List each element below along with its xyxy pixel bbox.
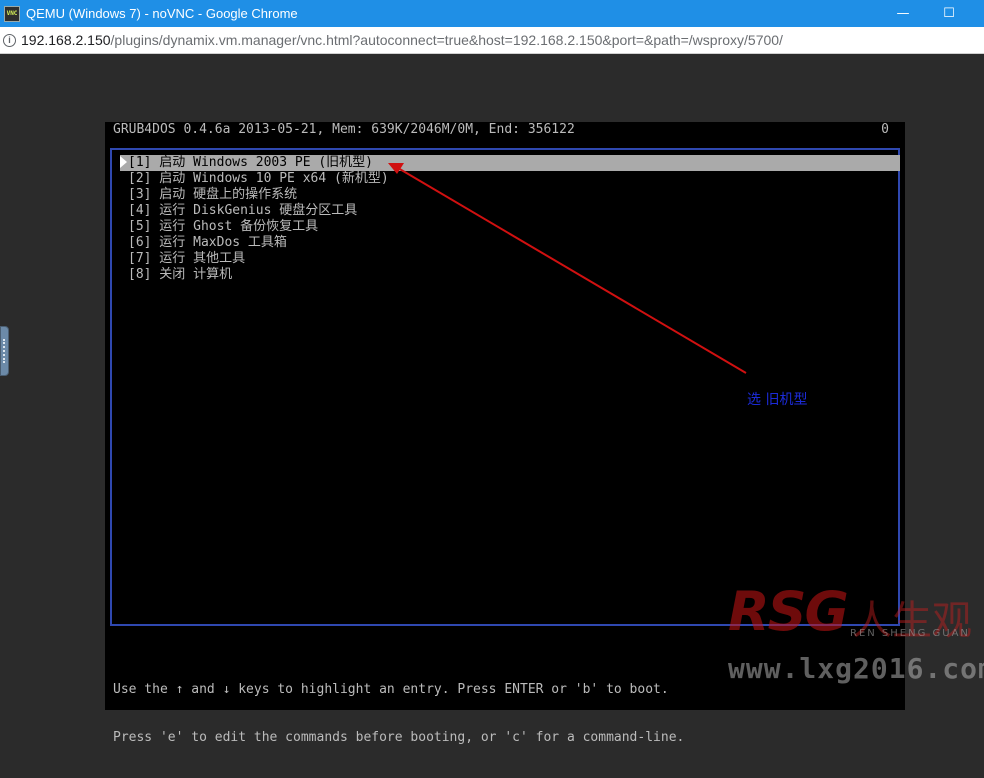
boot-menu-item-label: [3] 启动 硬盘上的操作系统 [128,187,298,202]
boot-menu-item-6[interactable]: [6] 运行 MaxDos 工具箱 [120,235,900,251]
grub-header: GRUB4DOS 0.4.6a 2013-05-21, Mem: 639K/20… [113,122,575,137]
url-host: 192.168.2.150 [21,32,111,48]
novnc-control-bar-handle[interactable] [0,326,9,376]
boot-menu-item-8[interactable]: [8] 关闭 计算机 [120,267,900,283]
site-info-icon[interactable]: i [3,33,16,47]
selection-arrow-icon [120,156,127,168]
boot-menu-item-4[interactable]: [4] 运行 DiskGenius 硬盘分区工具 [120,203,900,219]
vnc-app-icon: VNC [4,5,20,22]
boot-menu-item-label: [1] 启动 Windows 2003 PE (旧机型) [128,155,374,170]
boot-menu-item-2[interactable]: [2] 启动 Windows 10 PE x64 (新机型) [120,171,900,187]
boot-menu-item-1[interactable]: [1] 启动 Windows 2003 PE (旧机型) [120,155,900,171]
boot-menu-item-label: [7] 运行 其他工具 [128,251,246,266]
minimize-button[interactable]: — [880,0,926,27]
annotation-label: 选 旧机型 [747,392,808,408]
window-title: QEMU (Windows 7) - noVNC - Google Chrome [26,6,298,21]
vnc-screen[interactable]: GRUB4DOS 0.4.6a 2013-05-21, Mem: 639K/20… [105,122,905,745]
boot-menu-item-5[interactable]: [5] 运行 Ghost 备份恢复工具 [120,219,900,235]
boot-menu-box: [1] 启动 Windows 2003 PE (旧机型) [2] 启动 Wind… [110,148,900,626]
boot-menu-item-7[interactable]: [7] 运行 其他工具 [120,251,900,267]
window-title-bar: VNC QEMU (Windows 7) - noVNC - Google Ch… [0,0,984,27]
help-line-1: Use the ↑ and ↓ keys to highlight an ent… [113,682,669,697]
boot-menu-item-label: [5] 运行 Ghost 备份恢复工具 [128,219,319,234]
boot-menu-item-label: [6] 运行 MaxDos 工具箱 [128,235,287,250]
help-line-2: Press 'e' to edit the commands before bo… [113,730,685,745]
boot-menu-item-label: [4] 运行 DiskGenius 硬盘分区工具 [128,203,358,218]
maximize-button[interactable]: ☐ [926,0,972,27]
address-bar[interactable]: i 192.168.2.150/plugins/dynamix.vm.manag… [0,27,984,54]
url-path: /plugins/dynamix.vm.manager/vnc.html?aut… [110,32,783,48]
boot-menu-item-3[interactable]: [3] 启动 硬盘上的操作系统 [120,187,900,203]
grub-countdown: 0 [881,122,889,137]
boot-menu-list: [1] 启动 Windows 2003 PE (旧机型) [2] 启动 Wind… [120,155,900,283]
grub-help-text: Use the ↑ and ↓ keys to highlight an ent… [113,650,684,778]
boot-menu-item-label: [8] 关闭 计算机 [128,267,233,282]
url-text[interactable]: 192.168.2.150/plugins/dynamix.vm.manager… [21,32,783,48]
boot-menu-item-label: [2] 启动 Windows 10 PE x64 (新机型) [128,171,389,186]
